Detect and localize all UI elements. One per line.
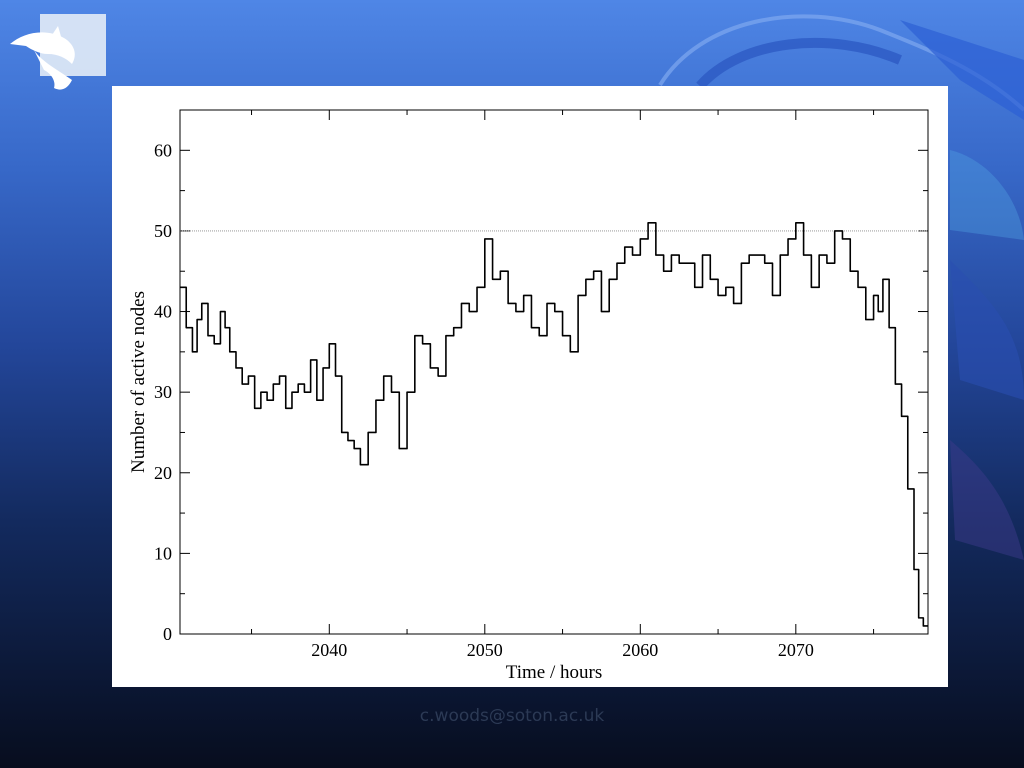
x-tick-label: 2040 xyxy=(311,640,347,660)
y-tick-label: 50 xyxy=(154,221,172,241)
y-tick-label: 40 xyxy=(154,302,172,322)
y-tick-label: 10 xyxy=(154,543,172,563)
line-chart: 0 10 20 30 40 50 60 2040 2050 2060 2070 Time / hou… xyxy=(128,109,929,683)
y-tick-label: 0 xyxy=(163,624,172,644)
series-line xyxy=(180,222,928,627)
x-axis-title: Time / hours xyxy=(506,662,602,683)
chart-panel: 0 10 20 30 40 50 60 2040 2050 2060 2070 Time / hou… xyxy=(112,86,948,687)
plot-frame xyxy=(179,109,929,635)
y-tick-label: 60 xyxy=(154,140,172,160)
y-tick-label: 20 xyxy=(154,463,172,483)
x-tick-label: 2050 xyxy=(467,640,503,660)
dolphin-logo-icon xyxy=(10,26,75,90)
x-tick-label: 2070 xyxy=(778,640,814,660)
y-axis-title: Number of active nodes xyxy=(128,291,149,473)
x-tick-label: 2060 xyxy=(622,640,658,660)
footer-email: c.woods@soton.ac.uk xyxy=(419,706,605,726)
y-tick-label: 30 xyxy=(154,382,172,402)
